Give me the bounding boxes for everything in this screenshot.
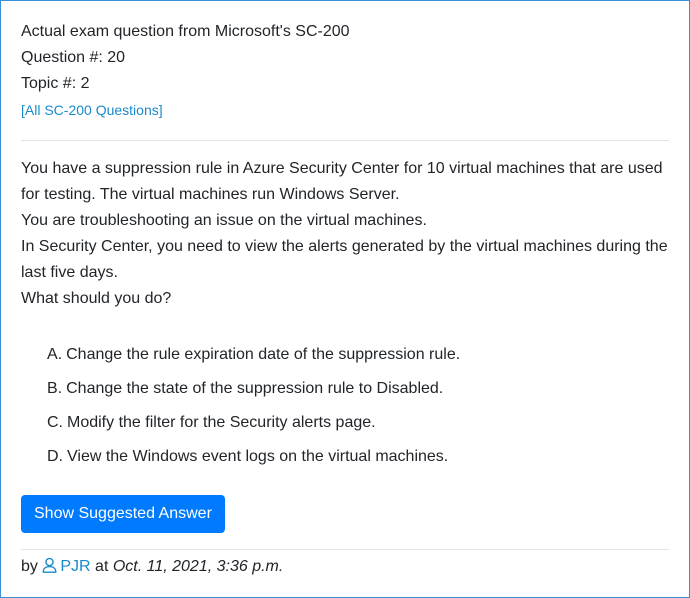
by-label: by	[21, 558, 38, 575]
choice-letter: C.	[47, 414, 63, 431]
footer-divider	[21, 549, 669, 550]
question-body: You have a suppression rule in Azure Sec…	[21, 156, 676, 312]
choice-letter: D.	[47, 448, 63, 465]
choice-a[interactable]: A. Change the rule expiration date of the…	[47, 342, 667, 376]
question-card: Actual exam question from Microsoft's SC…	[0, 0, 690, 598]
author-link[interactable]: PJR	[42, 557, 91, 575]
choice-text: Modify the filter for the Security alert…	[67, 414, 376, 431]
question-number: Question #: 20	[21, 49, 126, 66]
choice-text: Change the state of the suppression rule…	[66, 380, 444, 397]
choice-letter: A.	[47, 346, 63, 363]
choice-c[interactable]: C. Modify the filter for the Security ale…	[47, 410, 667, 444]
question-header: Actual exam question from Microsoft's SC…	[21, 19, 671, 123]
question-line: What should you do?	[21, 290, 172, 307]
choice-letter: B.	[47, 380, 63, 397]
post-meta: by PJR at Oct. 11, 2021, 3:36 p.m.	[21, 554, 283, 582]
question-line: You have a suppression rule in Azure Sec…	[21, 160, 663, 203]
question-line: You are troubleshooting an issue on the …	[21, 212, 427, 229]
choice-text: Change the rule expiration date of the s…	[66, 346, 461, 363]
author-name: PJR	[60, 558, 91, 575]
at-label: at	[95, 558, 109, 575]
question-line: In Security Center, you need to view the…	[21, 238, 668, 281]
header-divider	[21, 140, 669, 141]
post-date: Oct. 11, 2021, 3:36 p.m.	[112, 558, 284, 575]
show-suggested-answer-button[interactable]: Show Suggested Answer	[21, 495, 225, 533]
choice-b[interactable]: B. Change the state of the suppression ru…	[47, 376, 667, 410]
user-icon	[42, 556, 57, 582]
answer-choices: A. Change the rule expiration date of the…	[47, 342, 667, 478]
exam-title: Actual exam question from Microsoft's SC…	[21, 23, 350, 40]
choice-text: View the Windows event logs on the virtu…	[67, 448, 449, 465]
choice-d[interactable]: D. View the Windows event logs on the vir…	[47, 444, 667, 478]
all-questions-link[interactable]: [All SC-200 Questions]	[21, 97, 163, 123]
topic-number: Topic #: 2	[21, 75, 90, 92]
